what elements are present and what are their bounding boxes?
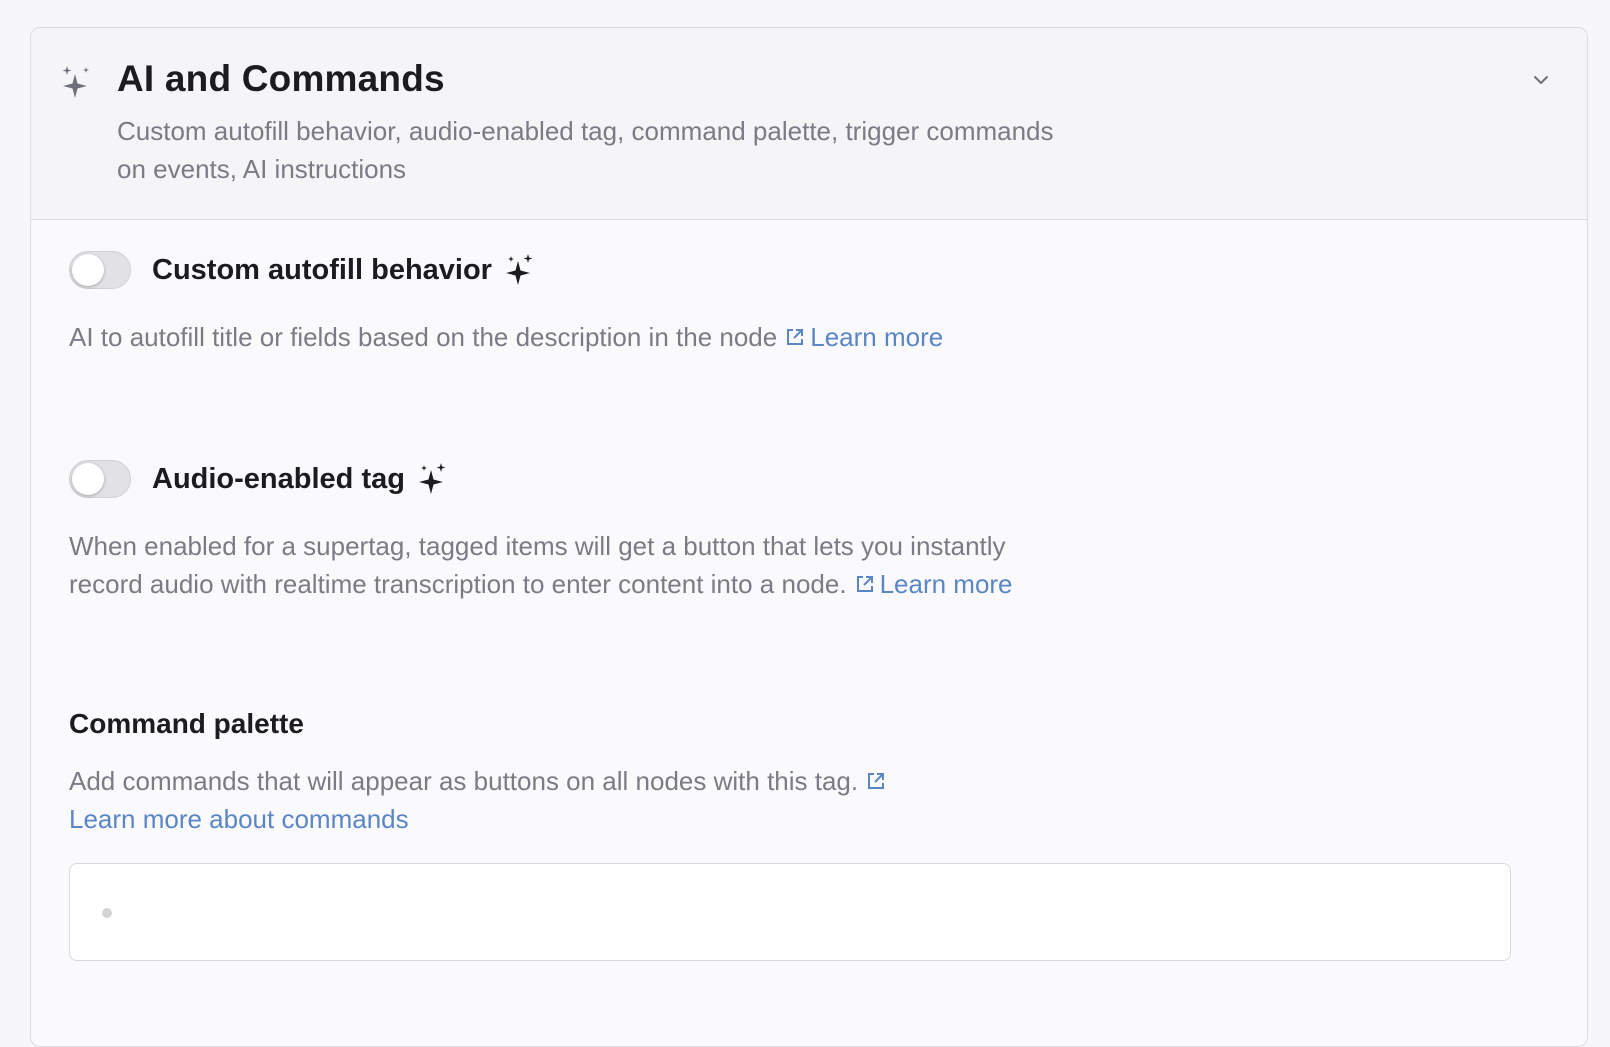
audio-setting: Audio-enabled tag When enabled for a sup… — [69, 457, 1029, 603]
section-description: Custom autofill behavior, audio-enabled … — [117, 116, 1054, 184]
autofill-toggle[interactable] — [69, 251, 131, 289]
sparkles-icon — [62, 66, 89, 98]
audio-description: When enabled for a supertag, tagged item… — [69, 527, 1029, 603]
toggle-knob — [72, 254, 104, 286]
autofill-label: Custom autofill behavior — [152, 253, 492, 286]
ai-commands-panel: AI and Commands Custom autofill behavior… — [30, 27, 1588, 1047]
external-link-icon — [856, 576, 873, 592]
section-header[interactable]: AI and Commands Custom autofill behavior… — [31, 28, 1587, 220]
command-palette-description-text: Add commands that will appear as buttons… — [69, 766, 859, 796]
command-palette-description: Add commands that will appear as buttons… — [69, 762, 1029, 838]
command-palette-title: Command palette — [69, 708, 304, 739]
chevron-down-icon[interactable] — [1529, 68, 1553, 92]
command-palette-input[interactable] — [69, 863, 1511, 961]
autofill-description: AI to autofill title or fields based on … — [69, 318, 1029, 356]
empty-bullet — [102, 908, 112, 918]
autofill-description-text: AI to autofill title or fields based on … — [69, 322, 778, 352]
commands-learn-more-link[interactable]: Learn more about commands — [69, 804, 409, 834]
toggle-knob — [72, 463, 104, 495]
command-palette-setting: Command palette Add commands that will a… — [69, 708, 1029, 838]
sparkles-icon — [418, 463, 446, 494]
autofill-setting: Custom autofill behavior AI to autofill … — [69, 248, 1029, 356]
external-link-icon — [868, 773, 885, 789]
audio-label: Audio-enabled tag — [152, 462, 405, 495]
sparkles-icon — [505, 254, 533, 285]
autofill-learn-more-link[interactable]: Learn more — [810, 322, 943, 352]
audio-learn-more-link[interactable]: Learn more — [880, 569, 1013, 599]
section-title: AI and Commands — [117, 58, 445, 99]
audio-toggle[interactable] — [69, 460, 131, 498]
external-link-icon — [787, 329, 804, 345]
